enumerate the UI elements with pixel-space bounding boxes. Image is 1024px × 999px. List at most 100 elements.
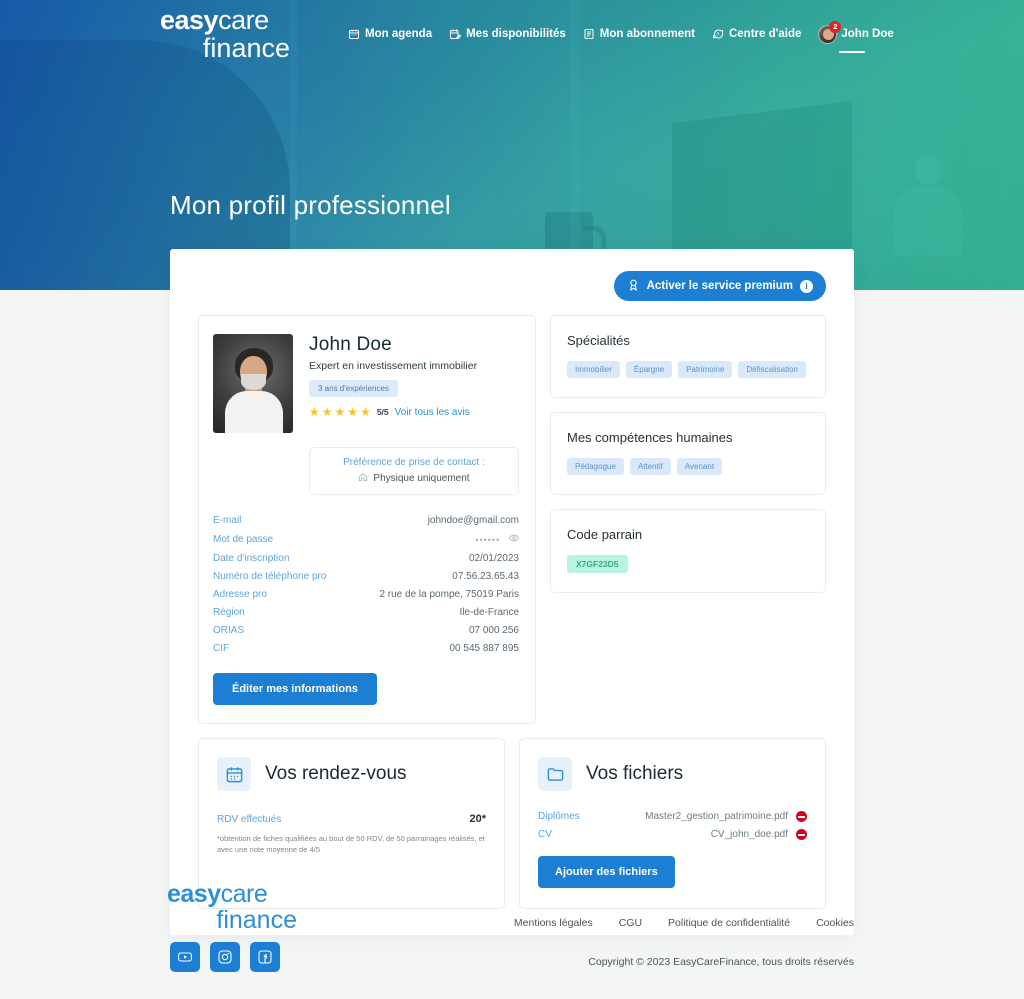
specialties-tags: Immobilier Épargne Patrimoine Défiscalis… — [567, 361, 809, 378]
nav-label: Mon agenda — [365, 28, 433, 40]
nav-item-mon-agenda[interactable]: Mon agenda — [348, 28, 432, 40]
nav-item-mes-disponibilites[interactable]: Mes disponibilités — [449, 28, 566, 40]
star-icon: ★ — [309, 405, 320, 419]
appointments-row-key: RDV effectués — [217, 813, 282, 825]
info-value-wrap: •••••• — [475, 533, 520, 546]
info-key: Adresse pro — [213, 588, 267, 600]
footer-logo-care: care — [220, 880, 268, 908]
footer-link-mentions-legales[interactable]: Mentions légales — [514, 917, 593, 929]
file-name[interactable]: CV_john_doe.pdf — [711, 829, 788, 840]
footer: easycare finance Mentions légales CGU Po… — [0, 862, 1024, 999]
footer-logo[interactable]: easycare finance — [167, 882, 297, 933]
main-panel: Activer le service premium i John Doe Ex… — [170, 249, 854, 935]
premium-button-label: Activer le service premium — [646, 280, 793, 292]
info-key: E-mail — [213, 514, 242, 526]
calendar-icon — [348, 28, 360, 40]
footer-logo-easy: easy — [167, 880, 221, 908]
card-icon — [583, 28, 595, 40]
referral-code[interactable]: X7GF23D5 — [567, 555, 628, 573]
folder-icon — [538, 757, 572, 791]
experience-chip: 3 ans d'expériences — [309, 380, 398, 397]
footer-link-cookies[interactable]: Cookies — [816, 917, 854, 929]
social-links — [170, 942, 280, 972]
logo-care: care — [218, 4, 269, 35]
page-root: easycare finance Mon agenda Mes disponib… — [0, 0, 1024, 999]
file-value-wrap: CV_john_doe.pdf — [711, 829, 807, 840]
footer-logo-finance: finance — [216, 906, 297, 934]
brand-logo[interactable]: easycare finance — [160, 4, 290, 63]
info-row-region: Région Ile-de-France — [213, 603, 519, 621]
nav-item-mon-abonnement[interactable]: Mon abonnement — [583, 28, 695, 40]
eye-icon[interactable] — [508, 534, 520, 546]
profile-columns: John Doe Expert en investissement immobi… — [198, 315, 826, 724]
info-key: ORIAS — [213, 624, 245, 636]
info-key: Région — [213, 606, 245, 618]
referral-code-wrap: X7GF23D5 — [567, 555, 809, 573]
premium-medal-icon — [627, 278, 640, 294]
info-key: Mot de passe — [213, 533, 274, 545]
tag-item: Attentif — [629, 458, 671, 475]
tag-item: Immobilier — [567, 361, 620, 378]
info-value: Ile-de-France — [459, 606, 519, 618]
notification-badge: 2 — [829, 20, 842, 33]
info-value: 02/01/2023 — [468, 552, 519, 564]
file-row-diplomes: Diplômes Master2_gestion_patrimoine.pdf — [538, 811, 807, 822]
tag-item: Défiscalisation — [738, 361, 806, 378]
file-key: CV — [538, 829, 552, 840]
avatar: 2 — [818, 20, 842, 44]
contact-preference-value: Physique uniquement — [373, 473, 470, 484]
star-icon: ★ — [360, 405, 371, 419]
calendar-icon — [217, 757, 251, 791]
hero-banner: easycare finance Mon agenda Mes disponib… — [0, 0, 1024, 290]
soft-skills-title: Mes compétences humaines — [567, 430, 733, 445]
specialties-title: Spécialités — [567, 333, 630, 348]
info-key: Numéro de téléphone pro — [213, 570, 327, 582]
file-key: Diplômes — [538, 811, 580, 822]
info-value: 07 000 256 — [468, 624, 519, 636]
footer-link-politique-de-confidentialite[interactable]: Politique de confidentialité — [668, 917, 790, 929]
appointments-header: Vos rendez-vous — [217, 757, 486, 791]
info-value: 00 545 887 895 — [449, 642, 519, 654]
nav-user-name: John Doe — [841, 28, 894, 40]
appointments-note: *obtention de fiches qualifiées au bout … — [217, 834, 485, 854]
file-name[interactable]: Master2_gestion_patrimoine.pdf — [645, 811, 788, 822]
star-icon: ★ — [334, 405, 346, 419]
contact-preference-box: Préférence de prise de contact : Physiqu… — [309, 447, 519, 495]
info-icon[interactable]: i — [800, 279, 813, 293]
logo-easy: easy — [160, 4, 219, 35]
page-title: Mon profil professionnel — [170, 190, 451, 220]
facebook-icon[interactable] — [250, 942, 280, 972]
tag-item: Avenant — [676, 458, 723, 475]
nav-user-menu[interactable]: 2 John Doe — [818, 20, 894, 53]
profile-info-list: E-mail johndoe@gmail.com Mot de passe ••… — [213, 511, 520, 657]
see-all-reviews-link[interactable]: Voir tous les avis — [395, 407, 470, 418]
specialties-card: Spécialités Immobilier Épargne Patrimoin… — [550, 315, 826, 398]
nav-label: Mon abonnement — [599, 28, 695, 40]
contact-preference-title: Préférence de prise de contact : — [343, 457, 485, 468]
appointments-row: RDV effectués 20* — [217, 813, 486, 825]
files-title: Vos fichiers — [586, 763, 684, 784]
password-masked: •••••• — [475, 534, 501, 545]
referral-title: Code parrain — [567, 527, 643, 542]
right-column: Spécialités Immobilier Épargne Patrimoin… — [550, 315, 826, 593]
edit-info-button[interactable]: Éditer mes informations — [213, 673, 377, 705]
footer-link-cgu[interactable]: CGU — [619, 917, 642, 929]
tag-item: Patrimoine — [678, 361, 733, 378]
info-key: Date d'inscription — [213, 552, 290, 564]
rating-value: 5/5 — [376, 407, 389, 417]
profile-card: John Doe Expert en investissement immobi… — [198, 315, 536, 724]
info-row-password: Mot de passe •••••• — [213, 529, 520, 549]
info-key: CIF — [213, 642, 230, 654]
logo-finance: finance — [202, 32, 290, 63]
footer-links: Mentions légales CGU Politique de confid… — [514, 917, 854, 929]
activate-premium-button[interactable]: Activer le service premium i — [613, 271, 826, 301]
profile-name: John Doe — [309, 334, 392, 355]
instagram-icon[interactable] — [210, 942, 240, 972]
delete-file-icon[interactable] — [796, 829, 807, 840]
info-row-adresse: Adresse pro 2 rue de la pompe, 75019 Par… — [213, 585, 519, 603]
nav-item-centre-d-aide[interactable]: ? Centre d'aide — [712, 28, 801, 40]
svg-text:?: ? — [717, 32, 720, 37]
youtube-icon[interactable] — [170, 942, 200, 972]
delete-file-icon[interactable] — [796, 811, 807, 822]
home-icon — [358, 472, 368, 485]
